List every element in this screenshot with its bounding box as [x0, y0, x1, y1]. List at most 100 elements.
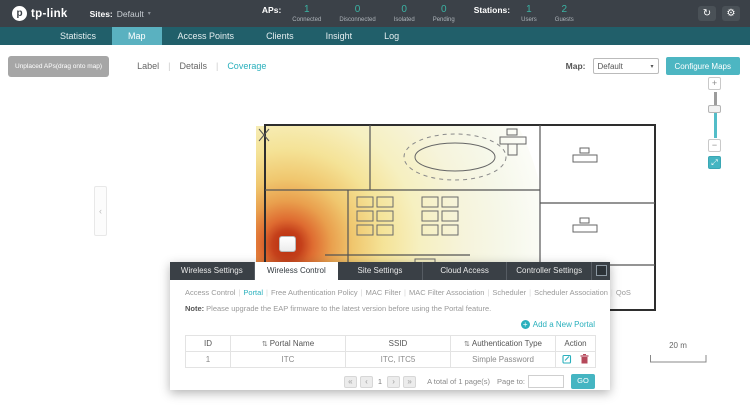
stat-connected: 1 Connected — [292, 5, 321, 23]
stat-isolated-label: Isolated — [394, 17, 415, 23]
view-link-details[interactable]: Details — [179, 61, 207, 71]
col-auth-type[interactable]: ⇅Authentication Type — [451, 336, 556, 352]
view-mode-links: Label | Details | Coverage — [137, 61, 266, 71]
add-new-portal-link[interactable]: +Add a New Portal — [521, 320, 595, 329]
firmware-note: Note:Please upgrade the EAP firmware to … — [185, 304, 595, 313]
add-icon: + — [521, 320, 530, 329]
stat-isolated-value: 0 — [401, 5, 407, 15]
stat-connected-label: Connected — [292, 17, 321, 23]
access-point-marker[interactable] — [279, 236, 296, 252]
sites-label: Sites: — [90, 9, 113, 19]
refresh-button[interactable]: ↻ — [698, 6, 716, 21]
nav-tab-clients[interactable]: Clients — [250, 27, 310, 45]
minus-icon: − — [712, 140, 717, 150]
zoom-slider-handle[interactable] — [708, 105, 721, 113]
cell-auth-type: Simple Password — [451, 352, 556, 368]
go-button[interactable]: GO — [571, 374, 595, 389]
col-ssid: SSID — [346, 336, 451, 352]
aps-group-label: APs: — [262, 5, 281, 15]
prev-page-button[interactable]: ‹ — [360, 376, 373, 388]
add-portal-row: +Add a New Portal — [185, 314, 595, 332]
map-scale-label: 20 m — [650, 341, 706, 350]
stat-disconnected-label: Disconnected — [339, 17, 375, 23]
subnav-access-control[interactable]: Access Control — [185, 288, 235, 297]
col-portal-name[interactable]: ⇅Portal Name — [231, 336, 346, 352]
plus-icon: + — [712, 78, 717, 88]
subnav-qos[interactable]: QoS — [616, 288, 631, 297]
stat-guests-label: Guests — [555, 17, 574, 23]
portal-subnav: Access Control|Portal|Free Authenticatio… — [185, 288, 595, 297]
refresh-icon: ↻ — [703, 8, 711, 19]
nav-tab-map[interactable]: Map — [112, 27, 162, 45]
sites-value: Default — [117, 9, 144, 19]
caret-down-icon: ▾ — [148, 10, 151, 17]
gear-icon: ⚙ — [727, 8, 736, 19]
zoom-out-button[interactable]: − — [708, 139, 721, 152]
zoom-slider-track[interactable] — [714, 92, 717, 138]
subnav-scheduler[interactable]: Scheduler — [492, 288, 526, 297]
caret-down-icon: ▾ — [651, 63, 654, 70]
nav-tab-statistics[interactable]: Statistics — [44, 27, 112, 45]
last-page-button[interactable]: » — [403, 376, 416, 388]
dialog-body: Access Control|Portal|Free Authenticatio… — [170, 280, 610, 390]
current-page: 1 — [378, 377, 382, 386]
divider: | — [529, 288, 531, 297]
edit-portal-icon[interactable] — [562, 354, 572, 366]
stat-pending-value: 0 — [441, 5, 447, 15]
subnav-portal[interactable]: Portal — [243, 288, 263, 297]
total-pages-text: A total of 1 page(s) — [427, 377, 490, 386]
stat-isolated: 0 Isolated — [394, 5, 415, 23]
settings-button[interactable]: ⚙ — [722, 6, 740, 21]
divider: | — [168, 61, 170, 71]
subnav-free-auth-policy[interactable]: Free Authentication Policy — [271, 288, 358, 297]
nav-tab-access-points[interactable]: Access Points — [162, 27, 251, 45]
tplink-logo-icon: p — [12, 6, 27, 21]
nav-tab-log[interactable]: Log — [368, 27, 415, 45]
stat-connected-value: 1 — [304, 5, 310, 15]
configure-maps-button[interactable]: Configure Maps — [666, 57, 740, 75]
unplaced-panel-collapse-handle[interactable]: ‹ — [94, 186, 107, 236]
chevron-left-icon: ‹ — [99, 206, 102, 216]
sites-selector[interactable]: Sites: Default ▾ — [90, 9, 151, 19]
nav-tab-insight[interactable]: Insight — [310, 27, 369, 45]
next-page-button[interactable]: › — [387, 376, 400, 388]
map-select-dropdown[interactable]: Default ▾ — [593, 58, 659, 74]
portal-table: ID ⇅Portal Name SSID ⇅Authentication Typ… — [185, 335, 596, 368]
stat-pending: 0 Pending — [433, 5, 455, 23]
tplink-logo: p tp-link — [12, 6, 68, 21]
divider: | — [216, 61, 218, 71]
view-link-coverage[interactable]: Coverage — [227, 61, 266, 71]
screen: p tp-link Sites: Default ▾ APs: 1 Connec… — [0, 0, 750, 407]
tab-cloud-access[interactable]: Cloud Access — [423, 262, 508, 280]
stat-pending-label: Pending — [433, 17, 455, 23]
tab-wireless-control[interactable]: Wireless Control — [255, 262, 339, 280]
zoom-in-button[interactable]: + — [708, 77, 721, 90]
delete-portal-icon[interactable] — [580, 354, 589, 366]
settings-dialog: Wireless Settings Wireless Control Site … — [170, 262, 610, 390]
tab-controller-settings[interactable]: Controller Settings — [507, 262, 592, 280]
pagination: « ‹ 1 › » A total of 1 page(s) Page to: … — [185, 374, 595, 389]
tab-site-settings[interactable]: Site Settings — [338, 262, 423, 280]
divider: | — [611, 288, 613, 297]
subnav-scheduler-association[interactable]: Scheduler Association — [534, 288, 608, 297]
dialog-tab-bar: Wireless Settings Wireless Control Site … — [170, 262, 610, 280]
unplaced-aps-button[interactable]: Unplaced APs(drag onto map) — [8, 56, 109, 77]
dialog-collapse-button[interactable] — [596, 265, 607, 276]
subnav-mac-filter-association[interactable]: MAC Filter Association — [409, 288, 484, 297]
cell-ssid: ITC, ITC5 — [346, 352, 451, 368]
fit-map-button[interactable]: ⤢ — [708, 156, 721, 169]
cell-id: 1 — [186, 352, 231, 368]
stat-guests: 2 Guests — [555, 5, 574, 23]
divider: | — [238, 288, 240, 297]
page-to-input[interactable] — [528, 375, 564, 388]
view-link-label[interactable]: Label — [137, 61, 159, 71]
tab-wireless-settings[interactable]: Wireless Settings — [170, 262, 255, 280]
map-label: Map: — [566, 61, 586, 71]
first-page-button[interactable]: « — [344, 376, 357, 388]
map-toolbar: Unplaced APs(drag onto map) Label | Deta… — [0, 45, 750, 79]
sort-icon: ⇅ — [464, 341, 470, 348]
portal-table-header: ID ⇅Portal Name SSID ⇅Authentication Typ… — [186, 336, 596, 352]
subnav-mac-filter[interactable]: MAC Filter — [366, 288, 401, 297]
top-header: p tp-link Sites: Default ▾ APs: 1 Connec… — [0, 0, 750, 27]
stat-users-label: Users — [521, 17, 537, 23]
